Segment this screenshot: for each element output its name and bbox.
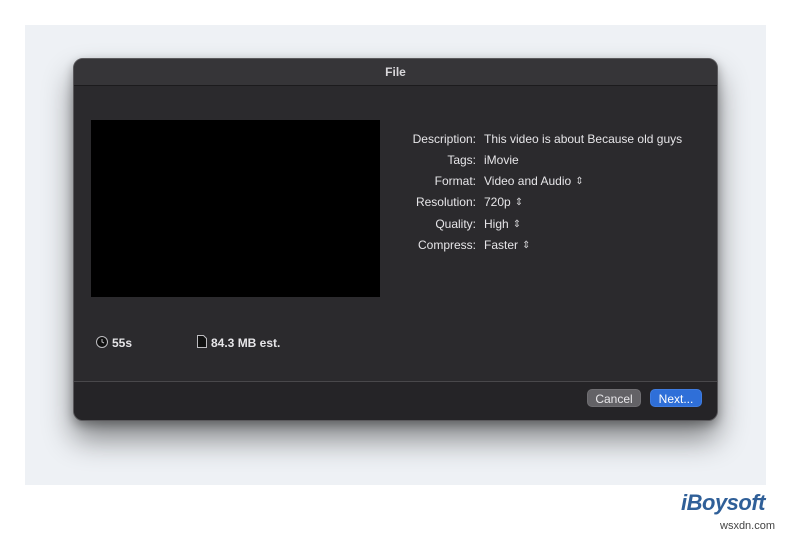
- iboysoft-logo: iBoysoft: [681, 490, 766, 515]
- tags-row: Tags: iMovie: [374, 150, 714, 170]
- next-button[interactable]: Next...: [650, 389, 702, 407]
- quality-value: High: [484, 217, 509, 231]
- size-value: 84.3 MB est.: [211, 336, 281, 350]
- updown-chevron-icon: ⇕: [514, 197, 524, 208]
- resolution-value: 720p: [484, 195, 511, 209]
- description-label: Description:: [412, 132, 476, 146]
- updown-chevron-icon: ⇕: [575, 176, 584, 187]
- format-row: Format: Video and Audio ⇕: [374, 171, 714, 191]
- description-row: Description: This video is about Because…: [374, 129, 714, 149]
- cancel-button[interactable]: Cancel: [587, 389, 641, 407]
- clock-icon: [96, 335, 108, 352]
- description-field[interactable]: This video is about Because old guys: [484, 129, 682, 149]
- tags-label: Tags:: [447, 153, 476, 167]
- size-stat: 84.3 MB est.: [197, 335, 280, 352]
- resolution-row: Resolution: 720p ⇕: [374, 192, 714, 212]
- compress-value: Faster: [484, 238, 519, 252]
- quality-row: Quality: High ⇕: [374, 214, 714, 234]
- duration-stat: 55s: [96, 335, 132, 352]
- quality-popup[interactable]: High ⇕: [484, 214, 521, 236]
- duration-value: 55s: [112, 336, 133, 350]
- share-file-dialog: File Description: This video is about Be…: [73, 58, 718, 421]
- format-value: Video and Audio: [484, 174, 572, 188]
- compress-row: Compress: Faster ⇕: [374, 235, 714, 255]
- window-title: File: [385, 65, 406, 79]
- updown-chevron-icon: ⇕: [522, 240, 531, 251]
- tags-field[interactable]: iMovie: [484, 150, 519, 170]
- compress-popup[interactable]: Faster ⇕: [484, 235, 530, 257]
- quality-label: Quality:: [435, 217, 476, 231]
- resolution-label: Resolution:: [415, 195, 476, 209]
- video-preview: [91, 120, 380, 297]
- updown-chevron-icon: ⇕: [512, 219, 522, 230]
- document-icon: [197, 335, 207, 352]
- resolution-popup[interactable]: 720p ⇕: [484, 192, 523, 214]
- format-popup[interactable]: Video and Audio ⇕: [484, 171, 584, 193]
- window-titlebar: File: [74, 59, 717, 86]
- compress-label: Compress:: [417, 238, 476, 252]
- format-label: Format:: [434, 174, 476, 188]
- watermark-text: wsxdn.com: [720, 520, 776, 532]
